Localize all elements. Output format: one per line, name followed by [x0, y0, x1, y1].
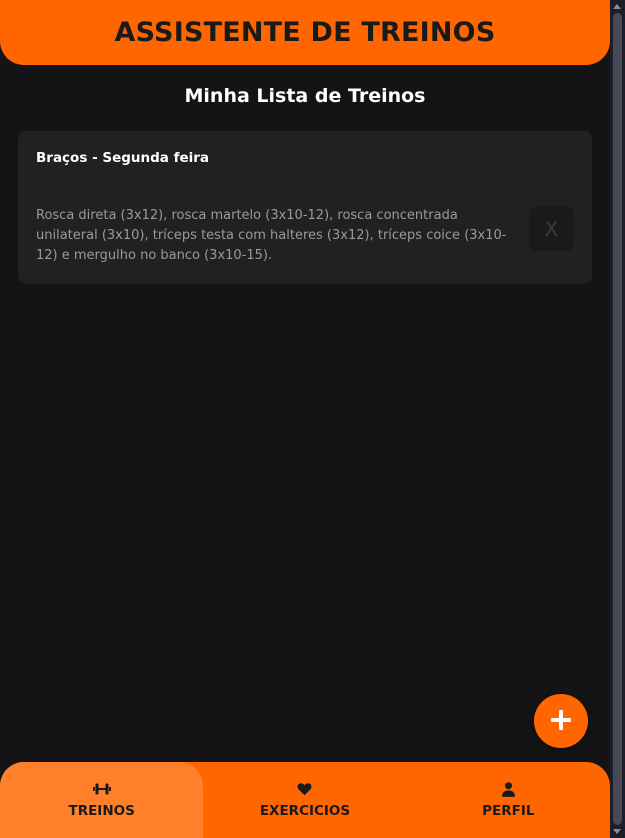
nav-label-exercicios: EXERCICIOS: [259, 803, 351, 819]
app-title: ASSISTENTE DE TREINOS: [114, 17, 496, 48]
bottom-nav: TREINOS EXERCICIOS PERFIL: [0, 762, 610, 838]
scroll-up-icon[interactable]: [613, 4, 621, 9]
nav-item-treinos[interactable]: TREINOS: [0, 762, 204, 838]
nav-item-perfil[interactable]: PERFIL: [407, 762, 610, 838]
app-header: ASSISTENTE DE TREINOS: [0, 0, 610, 65]
nav-label-perfil: PERFIL: [482, 803, 535, 819]
plus-icon: [549, 708, 573, 735]
nav-label-treinos: TREINOS: [68, 803, 135, 819]
workout-description: Rosca direta (3x12), rosca martelo (3x10…: [36, 208, 507, 263]
workout-title: Braços - Segunda feira: [36, 150, 210, 166]
page-title: Minha Lista de Treinos: [184, 85, 426, 107]
user-icon: [501, 781, 515, 797]
app-container: ASSISTENTE DE TREINOS Minha Lista de Tre…: [0, 0, 610, 838]
workout-card[interactable]: Braços - Segunda feira Rosca direta (3x1…: [18, 131, 592, 284]
delete-workout-button[interactable]: X: [529, 206, 574, 251]
nav-item-exercicios[interactable]: EXERCICIOS: [203, 762, 406, 838]
heart-icon: [297, 781, 312, 797]
add-workout-button[interactable]: [534, 694, 588, 748]
dumbbell-icon: [92, 781, 111, 797]
scroll-down-icon[interactable]: [613, 829, 621, 834]
vertical-scrollbar[interactable]: [610, 0, 625, 838]
scrollbar-thumb[interactable]: [613, 13, 622, 825]
